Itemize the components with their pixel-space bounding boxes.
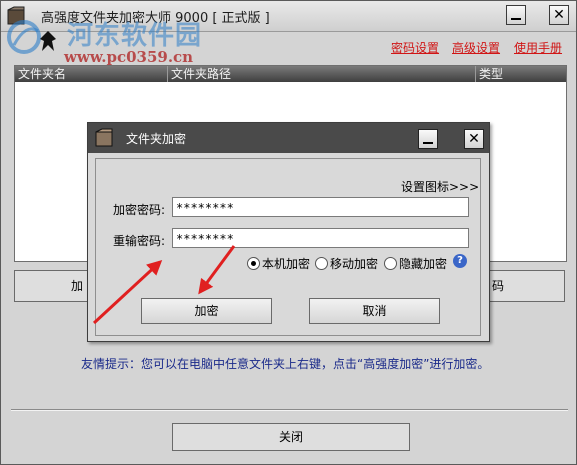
dialog-titlebar[interactable]: 文件夹加密 ✕ — [88, 123, 489, 153]
dialog-minimize-button[interactable] — [418, 129, 438, 149]
column-type[interactable]: 类型 — [476, 66, 566, 82]
tip-text: 友情提示：您可以在电脑中任意文件夹上右键，点击“高强度加密”进行加密。 — [81, 357, 490, 371]
password-label: 加密密码: — [113, 203, 166, 217]
encrypt-folder-button-label: 加 — [71, 279, 84, 293]
decrypt-button-label: 码 — [492, 279, 505, 293]
minimize-icon — [511, 18, 521, 20]
set-icon-link[interactable]: 设置图标>>> — [401, 178, 479, 195]
divider — [11, 409, 568, 411]
radio-label: 本机加密 — [262, 257, 311, 271]
list-header: 文件夹名 文件夹路径 类型 — [15, 66, 566, 82]
encrypt-dialog: 文件夹加密 ✕ 设置图标>>> 加密密码: ******** 重输密码: ***… — [87, 122, 490, 342]
radio-hidden-encrypt[interactable]: 隐藏加密 — [384, 255, 447, 272]
confirm-password-field[interactable]: ******** — [172, 228, 469, 248]
radio-dot — [384, 257, 397, 270]
close-icon: ✕ — [553, 7, 565, 23]
radio-dot — [315, 257, 328, 270]
password-field[interactable]: ******** — [172, 197, 469, 217]
watermark-text: 河东软件园 — [67, 21, 203, 51]
dialog-title: 文件夹加密 — [126, 132, 187, 146]
radio-mobile-encrypt[interactable]: 移动加密 — [315, 255, 378, 272]
close-button-label: 关闭 — [278, 430, 303, 444]
close-icon: ✕ — [468, 131, 480, 147]
dialog-close-button[interactable]: ✕ — [464, 129, 484, 149]
minimize-icon — [423, 142, 433, 144]
cancel-button[interactable]: 取消 — [309, 298, 440, 324]
close-button[interactable]: 关闭 — [172, 423, 410, 451]
column-folder-path[interactable]: 文件夹路径 — [168, 66, 476, 82]
radio-label: 移动加密 — [330, 257, 379, 271]
watermark-url: www.pc0359.cn — [64, 48, 194, 66]
user-manual-link[interactable]: 使用手册 — [514, 39, 562, 56]
help-icon[interactable]: ? — [453, 254, 467, 268]
radio-dot — [247, 257, 260, 270]
encrypt-button[interactable]: 加密 — [141, 298, 272, 324]
password-settings-link[interactable]: 密码设置 — [391, 39, 439, 56]
confirm-password-label: 重输密码: — [113, 234, 166, 248]
minimize-button[interactable] — [506, 5, 526, 25]
close-window-button[interactable]: ✕ — [549, 5, 569, 25]
dialog-folder-icon — [95, 128, 113, 147]
radio-label: 隐藏加密 — [399, 257, 448, 271]
column-folder-name[interactable]: 文件夹名 — [15, 66, 168, 82]
advanced-settings-link[interactable]: 高级设置 — [452, 39, 500, 56]
watermark-logo-icon — [7, 20, 56, 54]
radio-local-encrypt[interactable]: 本机加密 — [247, 255, 310, 272]
